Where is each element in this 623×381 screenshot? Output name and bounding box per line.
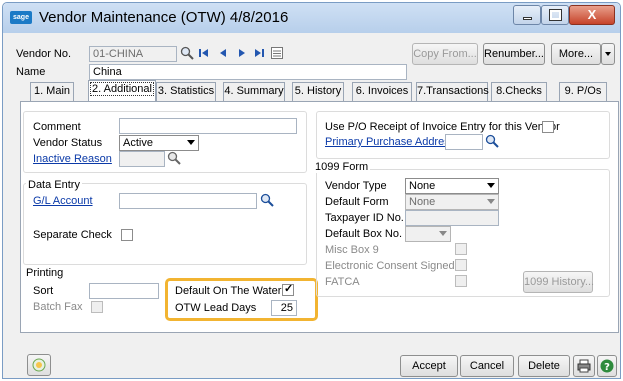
tab-pos[interactable]: 9. P/Os: [559, 82, 607, 101]
gl-account-lookup-icon[interactable]: [260, 193, 274, 207]
electronic-consent-checkbox[interactable]: [455, 259, 467, 271]
name-label: Name: [16, 66, 46, 78]
tab-statistics[interactable]: 3. Statistics: [156, 82, 216, 101]
print-button[interactable]: [573, 355, 595, 377]
misc-box9-checkbox[interactable]: [455, 243, 467, 255]
primary-purchase-address-link[interactable]: Primary Purchase Address: [325, 136, 455, 148]
vendor-maintenance-window: sage Vendor Maintenance (OTW) 4/8/2016 X…: [2, 2, 621, 379]
default-box-label: Default Box No.: [325, 228, 403, 240]
batch-fax-checkbox[interactable]: [91, 301, 103, 313]
help-button[interactable]: [27, 354, 51, 376]
next-record-icon[interactable]: [237, 48, 247, 58]
close-button[interactable]: X: [569, 5, 615, 25]
more-dropdown-button[interactable]: [601, 43, 615, 65]
inactive-reason-link[interactable]: Inactive Reason: [33, 153, 112, 165]
taxpayer-id-label: Taxpayer ID No.: [325, 212, 404, 224]
batch-fax-label: Batch Fax: [33, 301, 83, 313]
vendor-no-label: Vendor No.: [16, 48, 72, 60]
question-icon: ?: [600, 359, 614, 373]
gl-account-field[interactable]: [119, 193, 257, 209]
sort-label: Sort: [33, 285, 54, 297]
electronic-consent-label: Electronic Consent Signed: [325, 260, 455, 272]
history-1099-button[interactable]: 1099 History...: [523, 271, 594, 293]
minimize-button[interactable]: [513, 5, 541, 25]
svg-text:?: ?: [604, 362, 610, 373]
previous-record-icon[interactable]: [218, 48, 228, 58]
chevron-down-icon: [187, 140, 195, 145]
use-po-receipt-checkbox[interactable]: [542, 121, 554, 133]
comment-label: Comment: [33, 121, 81, 133]
sort-field[interactable]: [89, 283, 159, 299]
comment-field[interactable]: [119, 118, 297, 134]
window-title: Vendor Maintenance (OTW) 4/8/2016: [39, 9, 289, 26]
vendor-type-value: None: [409, 180, 436, 192]
inactive-reason-lookup-icon[interactable]: [167, 151, 181, 165]
tab-main[interactable]: 1. Main: [30, 82, 74, 101]
vendor-status-label: Vendor Status: [33, 137, 103, 149]
tab-history[interactable]: 5. History: [292, 82, 344, 101]
title-bar: sage Vendor Maintenance (OTW) 4/8/2016 X: [3, 3, 620, 33]
inactive-reason-field[interactable]: [119, 151, 165, 167]
taxpayer-id-field[interactable]: [405, 210, 499, 226]
name-field[interactable]: China: [89, 64, 407, 80]
gl-account-link[interactable]: G/L Account: [33, 195, 93, 207]
tab-additional[interactable]: 2. Additional: [88, 80, 156, 102]
chevron-down-icon: [605, 52, 611, 56]
data-entry-title: Data Entry: [26, 179, 82, 191]
close-icon: X: [587, 7, 597, 22]
use-po-receipt-label: Use P/O Receipt of Invoice Entry for thi…: [325, 121, 560, 133]
first-record-icon[interactable]: [199, 48, 209, 58]
accept-button[interactable]: Accept: [400, 355, 458, 377]
vendor-type-label: Vendor Type: [325, 180, 387, 192]
chevron-down-icon: [487, 199, 495, 204]
record-list-icon[interactable]: [271, 47, 283, 59]
default-form-value: None: [409, 196, 436, 208]
vendor-status-select[interactable]: Active: [119, 135, 199, 151]
otw-highlight-box: [165, 278, 318, 321]
misc-box9-label: Misc Box 9: [325, 244, 379, 256]
tab-additional-label: 2. Additional: [90, 82, 154, 96]
tab-summary[interactable]: 4. Summary: [223, 82, 285, 101]
default-form-select[interactable]: None: [405, 194, 499, 210]
help-icon: [32, 358, 46, 372]
more-button[interactable]: More...: [551, 43, 601, 65]
copy-from-button[interactable]: Copy From...: [412, 43, 478, 65]
tab-invoices[interactable]: 6. Invoices: [352, 82, 412, 101]
printing-title: Printing: [26, 267, 64, 279]
fatca-label: FATCA: [325, 276, 360, 288]
maximize-icon: [549, 9, 562, 21]
printer-icon: [577, 359, 591, 373]
default-form-label: Default Form: [325, 196, 389, 208]
last-record-icon[interactable]: [254, 48, 264, 58]
purchase-address-lookup-icon[interactable]: [485, 134, 499, 148]
cancel-button[interactable]: Cancel: [460, 355, 514, 377]
separate-check-label: Separate Check: [33, 229, 112, 241]
default-box-select[interactable]: [405, 226, 451, 242]
form-1099-title: 1099 Form: [313, 161, 371, 173]
vendor-no-field[interactable]: 01-CHINA: [89, 46, 177, 62]
vendor-type-select[interactable]: None: [405, 178, 499, 194]
help-question-button[interactable]: ?: [597, 355, 617, 377]
chevron-down-icon: [439, 231, 447, 236]
chevron-down-icon: [487, 183, 495, 188]
tab-transactions[interactable]: 7.Transactions: [416, 82, 489, 101]
fatca-checkbox[interactable]: [455, 275, 467, 287]
maximize-button[interactable]: [541, 5, 569, 25]
delete-button[interactable]: Delete: [518, 355, 570, 377]
separate-check-checkbox[interactable]: [121, 229, 133, 241]
renumber-button[interactable]: Renumber...: [483, 43, 545, 65]
minimize-icon: [523, 17, 532, 20]
sage-app-icon: sage: [10, 11, 32, 24]
vendor-status-value: Active: [123, 137, 153, 149]
primary-purchase-address-field[interactable]: [445, 134, 483, 150]
tab-checks[interactable]: 8.Checks: [491, 82, 547, 101]
vendor-lookup-icon[interactable]: [180, 46, 194, 60]
